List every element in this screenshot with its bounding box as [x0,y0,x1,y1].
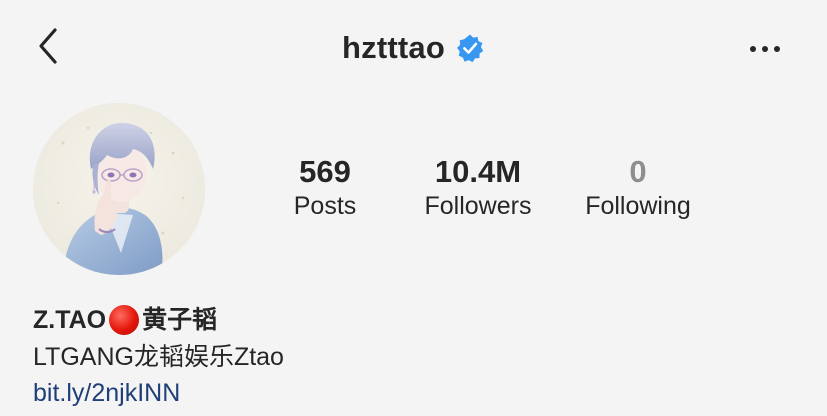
more-options-button[interactable] [745,34,785,64]
stat-followers[interactable]: 10.4M Followers [408,152,548,222]
top-bar: hztttao [0,0,827,100]
profile-display-name: Z.TAO 黄子韬 [33,302,793,338]
avatar-illustration [33,103,205,275]
profile-bio: Z.TAO 黄子韬 LTGANG龙韬娱乐Ztao bit.ly/2njkINN [33,302,793,410]
stat-value: 569 [299,154,351,189]
display-name-suffix: 黄子韬 [142,306,218,334]
verified-badge-icon [457,34,484,63]
profile-username: hztttao [342,30,445,65]
more-horizontal-icon [750,46,780,52]
display-name-prefix: Z.TAO [33,306,107,334]
avatar[interactable] [33,103,205,275]
stat-value: 0 [629,154,647,189]
bio-link[interactable]: bit.ly/2njkINN [33,379,180,407]
stat-posts[interactable]: 569 Posts [255,152,395,222]
title-area: hztttao [0,26,827,70]
stat-label: Followers [424,192,532,220]
red-circle-icon [109,305,140,335]
profile-stats: 569 Posts 10.4M Followers 0 Following [255,152,725,232]
stat-value: 10.4M [434,154,522,189]
bio-text: LTGANG龙韬娱乐Ztao [33,343,284,371]
stat-label: Posts [293,192,357,220]
stat-label: Following [585,192,691,220]
stat-following[interactable]: 0 Following [568,152,708,222]
